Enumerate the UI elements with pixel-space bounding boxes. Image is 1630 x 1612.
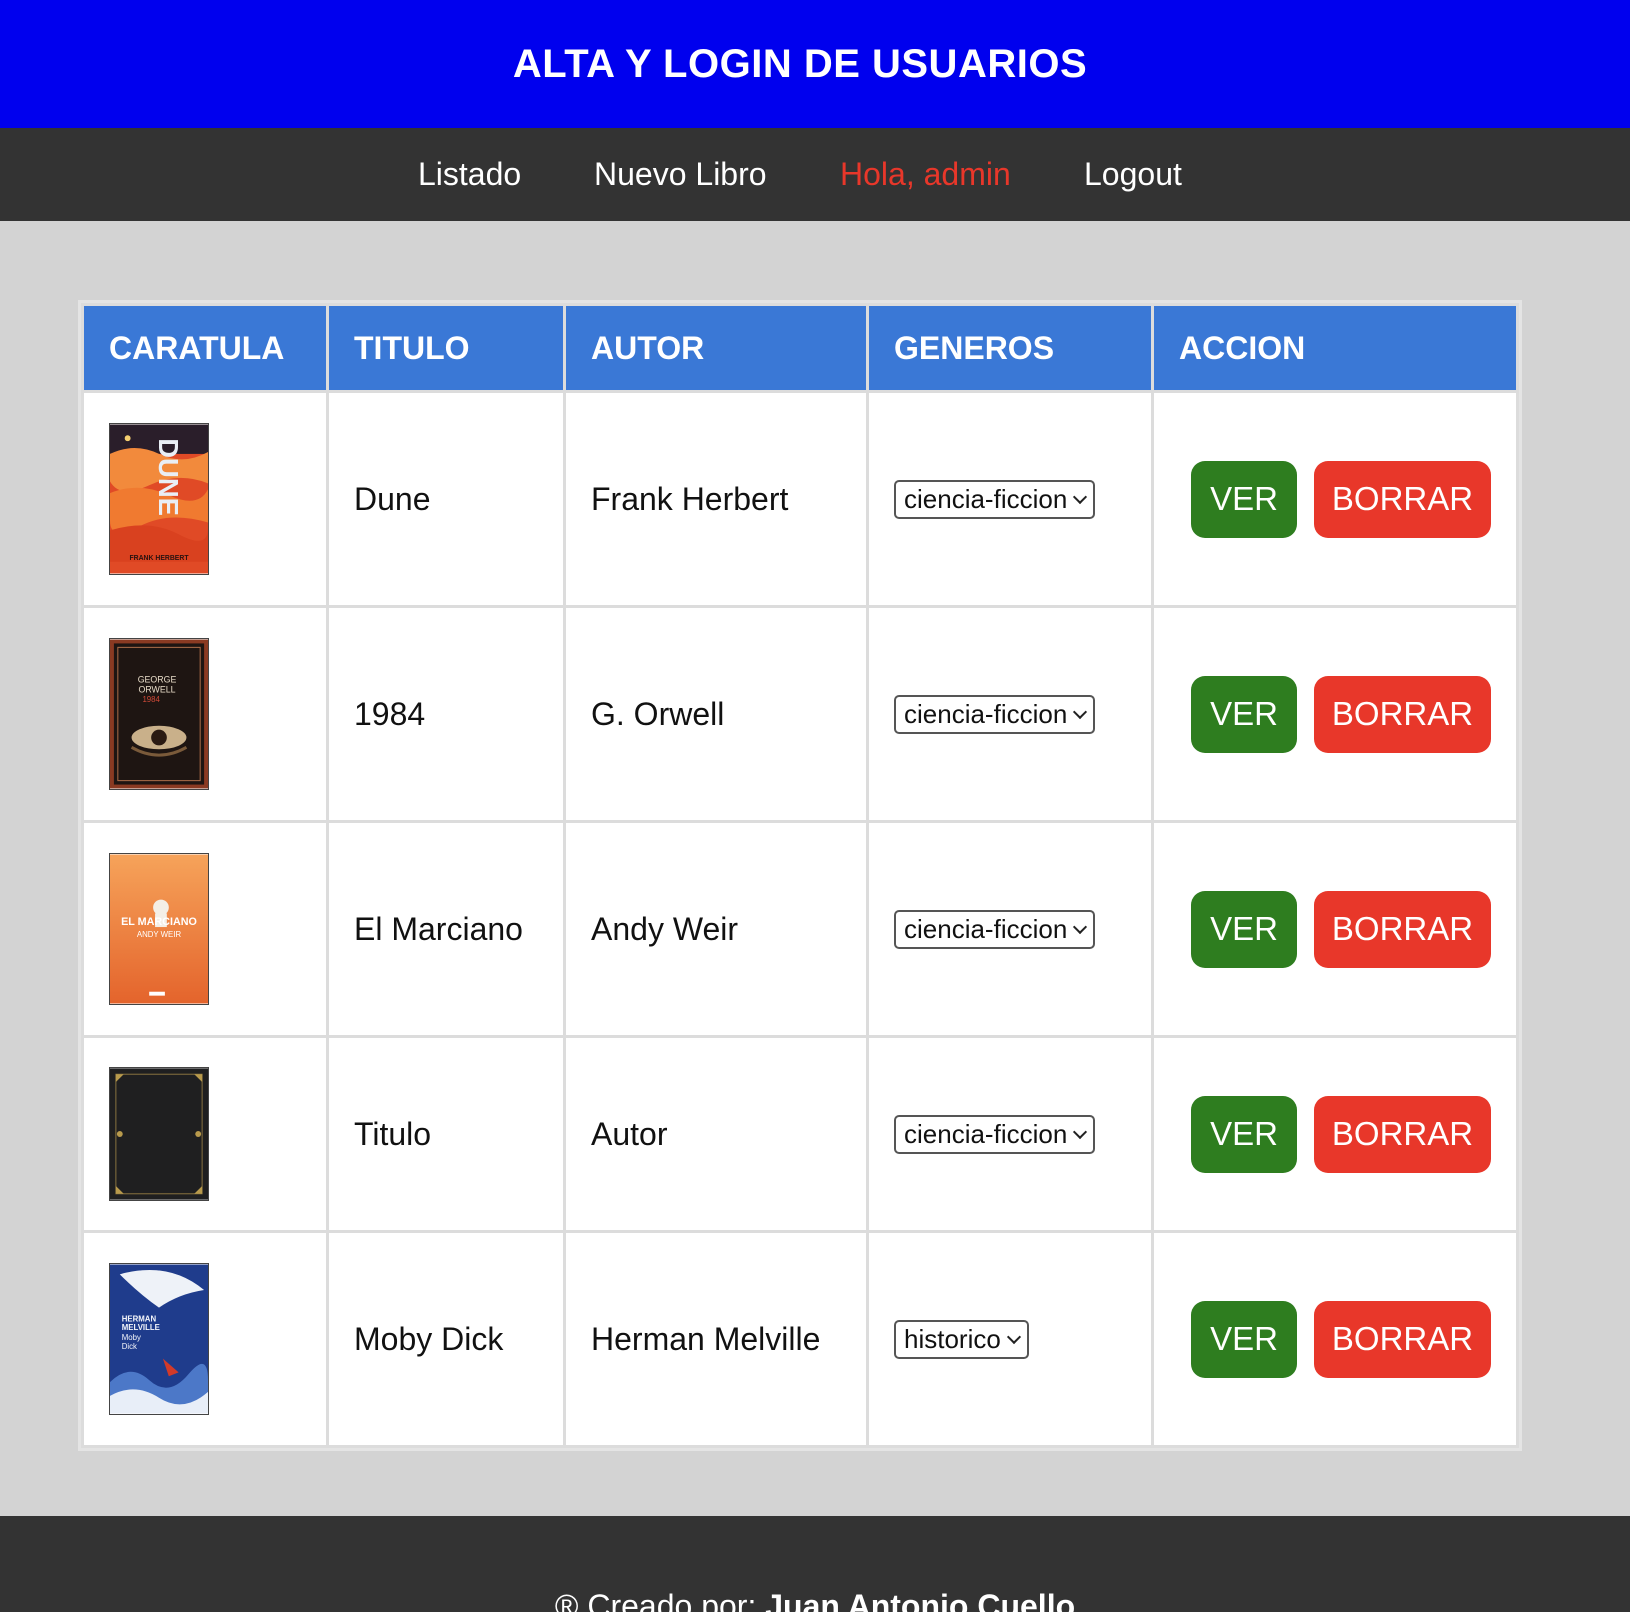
chevron-down-icon — [1006, 1329, 1021, 1344]
ver-button[interactable]: VER — [1191, 460, 1297, 538]
chevron-down-icon — [1073, 489, 1088, 504]
svg-text:1984: 1984 — [142, 695, 160, 704]
author-cell: G. Orwell — [566, 608, 866, 820]
table-header-row: CARATULA TITULO AUTOR GENEROS ACCION — [84, 306, 1516, 390]
svg-text:ORWELL: ORWELL — [139, 684, 176, 694]
svg-text:ANDY WEIR: ANDY WEIR — [137, 930, 182, 939]
footer-prefix: ® Creado por: — [554, 1588, 766, 1612]
nav-user-greeting[interactable]: Hola, admin — [840, 156, 1011, 193]
genre-select-value: ciencia-ficcion — [904, 914, 1068, 944]
footer-credit: ® Creado por: Juan Antonio Cuello — [0, 1588, 1630, 1612]
genre-cell: historico — [869, 1233, 1151, 1445]
genre-select[interactable]: ciencia-ficcion — [894, 695, 1096, 734]
svg-text:GEORGE: GEORGE — [138, 675, 177, 685]
action-cell: VER BORRAR — [1154, 608, 1516, 820]
header-titulo: TITULO — [329, 306, 563, 390]
header-caratula: CARATULA — [84, 306, 326, 390]
cover-cell — [84, 1038, 326, 1230]
books-table: CARATULA TITULO AUTOR GENEROS ACCION DUN… — [81, 303, 1519, 1448]
borrar-button[interactable]: BORRAR — [1314, 890, 1491, 968]
genre-cell: ciencia-ficcion — [869, 393, 1151, 605]
generic-book-cover-image — [109, 1067, 209, 1201]
table-row: Titulo Autor ciencia-ficcion VER BORRAR — [84, 1038, 1516, 1230]
genre-select-value: historico — [904, 1324, 1001, 1354]
genre-cell: ciencia-ficcion — [869, 823, 1151, 1035]
header-accion: ACCION — [1154, 306, 1516, 390]
table-row: EL MARCIANO ANDY WEIR El Marciano Andy W… — [84, 823, 1516, 1035]
ver-button[interactable]: VER — [1191, 890, 1297, 968]
header-autor: AUTOR — [566, 306, 866, 390]
chevron-down-icon — [1073, 919, 1088, 934]
cover-cell: DUNE FRANK HERBERT — [84, 393, 326, 605]
title-cell: Dune — [329, 393, 563, 605]
svg-text:FRANK HERBERT: FRANK HERBERT — [129, 555, 189, 562]
cover-cell: GEORGE ORWELL 1984 — [84, 608, 326, 820]
author-cell: Andy Weir — [566, 823, 866, 1035]
borrar-button[interactable]: BORRAR — [1314, 460, 1491, 538]
action-cell: VER BORRAR — [1154, 1038, 1516, 1230]
nav-listado[interactable]: Listado — [418, 156, 521, 193]
borrar-button[interactable]: BORRAR — [1314, 675, 1491, 753]
main-nav: Listado Nuevo Libro Hola, admin Logout — [0, 128, 1630, 221]
action-cell: VER BORRAR — [1154, 393, 1516, 605]
table-row: DUNE FRANK HERBERT Dune Frank Herbert ci… — [84, 393, 1516, 605]
action-cell: VER BORRAR — [1154, 823, 1516, 1035]
genre-select-value: ciencia-ficcion — [904, 484, 1068, 514]
author-cell: Frank Herbert — [566, 393, 866, 605]
title-cell: 1984 — [329, 608, 563, 820]
genre-select-value: ciencia-ficcion — [904, 1119, 1068, 1149]
app-header: ALTA Y LOGIN DE USUARIOS — [0, 0, 1630, 128]
borrar-button[interactable]: BORRAR — [1314, 1095, 1491, 1173]
page-footer: ® Creado por: Juan Antonio Cuello — [0, 1516, 1630, 1612]
svg-text:Dick: Dick — [122, 1342, 137, 1351]
ver-button[interactable]: VER — [1191, 1095, 1297, 1173]
table-row: HERMAN MELVILLE Moby Dick Moby Dick Herm… — [84, 1233, 1516, 1445]
borrar-button[interactable]: BORRAR — [1314, 1300, 1491, 1378]
cover-cell: EL MARCIANO ANDY WEIR — [84, 823, 326, 1035]
el-marciano-cover-image: EL MARCIANO ANDY WEIR — [109, 853, 209, 1005]
ver-button[interactable]: VER — [1191, 1300, 1297, 1378]
footer-author: Juan Antonio Cuello — [765, 1588, 1076, 1612]
title-cell: Moby Dick — [329, 1233, 563, 1445]
ver-button[interactable]: VER — [1191, 675, 1297, 753]
nav-logout[interactable]: Logout — [1084, 156, 1182, 193]
table-row: GEORGE ORWELL 1984 1984 G. Orwell cienci… — [84, 608, 1516, 820]
genre-select[interactable]: ciencia-ficcion — [894, 480, 1096, 519]
svg-text:EL MARCIANO: EL MARCIANO — [121, 916, 197, 928]
cover-cell: HERMAN MELVILLE Moby Dick — [84, 1233, 326, 1445]
action-cell: VER BORRAR — [1154, 1233, 1516, 1445]
moby-dick-cover-image: HERMAN MELVILLE Moby Dick — [109, 1263, 209, 1415]
header-generos: GENEROS — [869, 306, 1151, 390]
dune-cover-image: DUNE FRANK HERBERT — [109, 423, 209, 575]
svg-text:Moby: Moby — [122, 1333, 141, 1342]
genre-cell: ciencia-ficcion — [869, 1038, 1151, 1230]
genre-select[interactable]: historico — [894, 1320, 1029, 1359]
chevron-down-icon — [1073, 704, 1088, 719]
1984-cover-image: GEORGE ORWELL 1984 — [109, 638, 209, 790]
genre-select[interactable]: ciencia-ficcion — [894, 1115, 1096, 1154]
genre-cell: ciencia-ficcion — [869, 608, 1151, 820]
author-cell: Autor — [566, 1038, 866, 1230]
page-title: ALTA Y LOGIN DE USUARIOS — [512, 41, 1088, 86]
title-cell: El Marciano — [329, 823, 563, 1035]
svg-text:MELVILLE: MELVILLE — [122, 1323, 160, 1332]
nav-nuevo-libro[interactable]: Nuevo Libro — [594, 156, 767, 193]
author-cell: Herman Melville — [566, 1233, 866, 1445]
svg-text:HERMAN: HERMAN — [122, 1314, 157, 1323]
genre-select[interactable]: ciencia-ficcion — [894, 910, 1096, 949]
chevron-down-icon — [1073, 1124, 1088, 1139]
svg-text:DUNE: DUNE — [153, 438, 184, 516]
title-cell: Titulo — [329, 1038, 563, 1230]
genre-select-value: ciencia-ficcion — [904, 699, 1068, 729]
books-table-container: CARATULA TITULO AUTOR GENEROS ACCION DUN… — [78, 300, 1522, 1451]
